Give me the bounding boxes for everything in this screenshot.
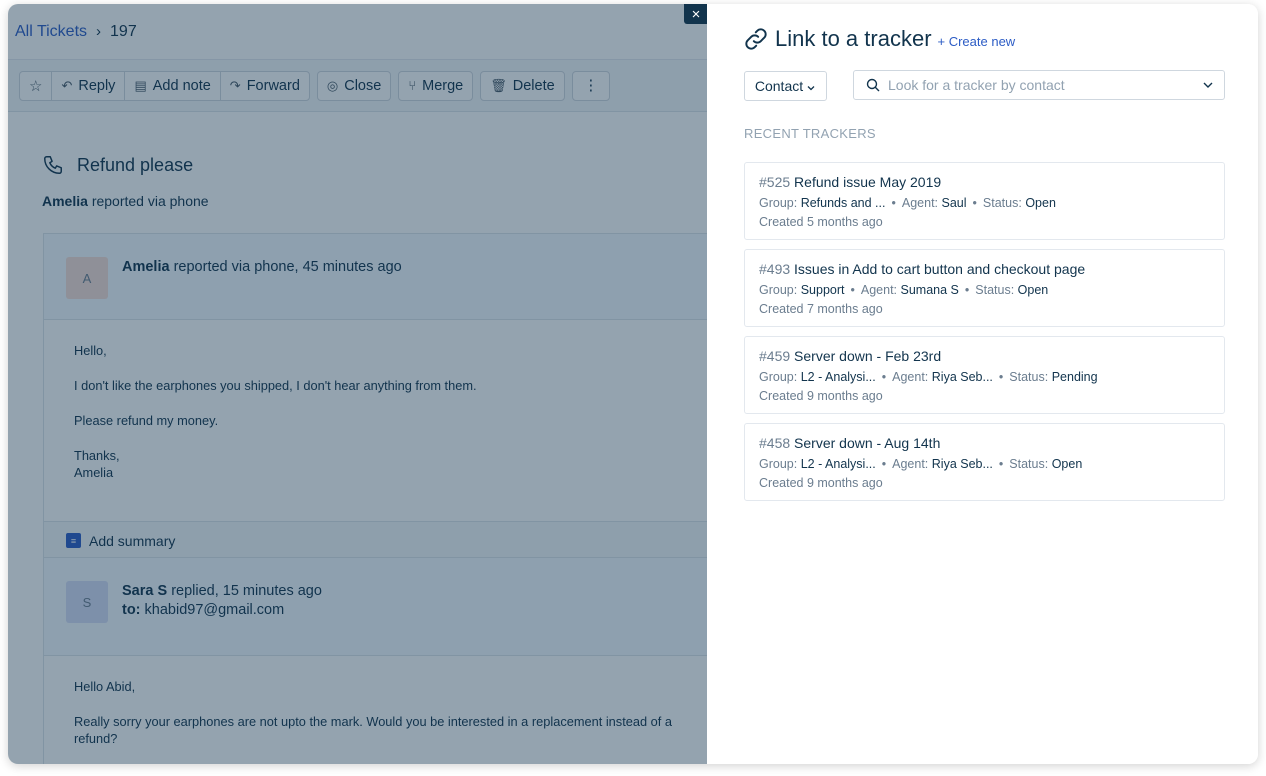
create-new-link[interactable]: + Create new <box>938 34 1016 49</box>
app-frame: All Tickets › 197 ☆ ↶ Reply ▤ Add note ↷… <box>8 4 1258 764</box>
status-label: Status: <box>1009 457 1049 471</box>
tracker-card[interactable]: #458 Server down - Aug 14th Group: L2 - … <box>744 423 1225 501</box>
tracker-number: #525 <box>759 174 791 190</box>
status-label: Status: <box>975 283 1015 297</box>
group-value: Refunds and ... <box>800 196 886 210</box>
group-label: Group: <box>759 457 798 471</box>
status-value: Open <box>1025 196 1056 210</box>
tracker-meta: Group: L2 - Analysi... • Agent: Riya Seb..… <box>759 457 1083 471</box>
tracker-name: Server down - Feb 23rd <box>794 348 942 364</box>
status-value: Pending <box>1051 370 1098 384</box>
group-value: L2 - Analysi... <box>800 370 876 384</box>
status-value: Open <box>1017 283 1049 297</box>
contact-filter-dropdown[interactable]: Contact <box>744 71 827 101</box>
status-value: Open <box>1051 457 1083 471</box>
tracker-title: #525 Refund issue May 2019 <box>759 173 1210 191</box>
tracker-name: Issues in Add to cart button and checkou… <box>794 261 1086 277</box>
contact-filter-label: Contact <box>754 78 804 94</box>
tracker-meta: Group: L2 - Analysi... • Agent: Riya Seb..… <box>759 370 1098 384</box>
tracker-search <box>853 70 1225 100</box>
close-panel-button[interactable]: × <box>684 4 708 24</box>
status-label: Status: <box>1009 370 1049 384</box>
tracker-name: Refund issue May 2019 <box>794 174 942 190</box>
tracker-search-input[interactable] <box>888 77 1198 93</box>
tracker-created: Created 9 months ago <box>759 476 883 490</box>
tracker-card[interactable]: #459 Server down - Feb 23rd Group: L2 - … <box>744 336 1225 414</box>
search-icon <box>866 78 880 92</box>
agent-value: Sumana S <box>900 283 959 297</box>
status-label: Status: <box>982 196 1022 210</box>
group-value: Support <box>800 283 845 297</box>
tracker-card[interactable]: #493 Issues in Add to cart button and ch… <box>744 249 1225 327</box>
group-label: Group: <box>759 283 798 297</box>
agent-label: Agent: <box>901 196 939 210</box>
tracker-title: #458 Server down - Aug 14th <box>759 434 1210 452</box>
tracker-meta: Group: Refunds and ... • Agent: Saul • Statu… <box>759 196 1056 210</box>
tracker-created: Created 9 months ago <box>759 389 883 403</box>
agent-label: Agent: <box>860 283 898 297</box>
link-tracker-panel: Link to a tracker + Create new Contact R… <box>707 4 1258 764</box>
tracker-title: #459 Server down - Feb 23rd <box>759 347 1210 365</box>
agent-value: Saul <box>941 196 967 210</box>
chevron-down-icon <box>807 85 815 90</box>
modal-backdrop[interactable] <box>8 4 708 764</box>
recent-trackers-heading: RECENT TRACKERS <box>744 126 876 141</box>
agent-value: Riya Seb... <box>931 457 993 471</box>
group-value: L2 - Analysi... <box>800 457 876 471</box>
group-label: Group: <box>759 370 798 384</box>
tracker-title: #493 Issues in Add to cart button and ch… <box>759 260 1210 278</box>
agent-label: Agent: <box>892 457 929 471</box>
tracker-meta: Group: Support • Agent: Sumana S • Status: O… <box>759 283 1049 297</box>
ticket-view: All Tickets › 197 ☆ ↶ Reply ▤ Add note ↷… <box>8 4 723 764</box>
tracker-number: #458 <box>759 435 791 451</box>
tracker-created: Created 5 months ago <box>759 215 883 229</box>
close-icon: × <box>691 5 701 23</box>
agent-value: Riya Seb... <box>931 370 993 384</box>
link-icon <box>745 28 767 50</box>
tracker-number: #459 <box>759 348 791 364</box>
agent-label: Agent: <box>892 370 929 384</box>
group-label: Group: <box>759 196 798 210</box>
tracker-card[interactable]: #525 Refund issue May 2019 Group: Refund… <box>744 162 1225 240</box>
panel-header: Link to a tracker + Create new <box>743 26 1015 52</box>
tracker-number: #493 <box>759 261 791 277</box>
tracker-name: Server down - Aug 14th <box>794 435 941 451</box>
tracker-created: Created 7 months ago <box>759 302 883 316</box>
panel-title: Link to a tracker <box>775 26 932 51</box>
chevron-down-icon[interactable] <box>1201 78 1215 92</box>
